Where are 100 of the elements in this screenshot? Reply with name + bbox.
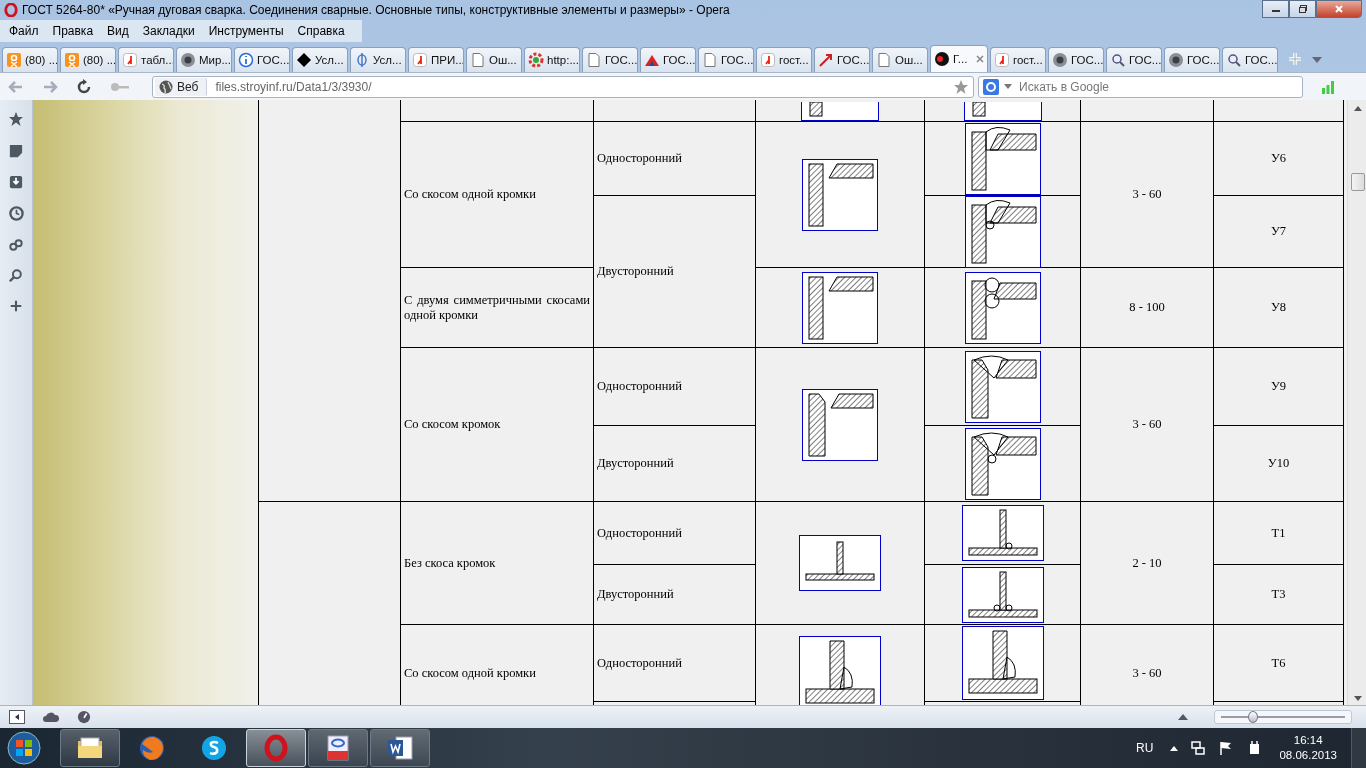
- site-icon: [994, 52, 1010, 68]
- browser-tab[interactable]: Мир...: [176, 47, 232, 72]
- star-icon[interactable]: [8, 111, 24, 127]
- taskbar-button[interactable]: [308, 729, 368, 767]
- browser-tab[interactable]: ГОС...: [814, 47, 870, 72]
- site-icon: [760, 52, 776, 68]
- browser-tab[interactable]: Усл...: [350, 47, 406, 72]
- search-field[interactable]: Искать в Google: [1017, 78, 1301, 95]
- table-cell: Односторонний: [594, 625, 756, 702]
- download-icon[interactable]: [9, 175, 23, 189]
- menu-item[interactable]: Справка: [290, 24, 352, 38]
- network-icon[interactable]: [1190, 740, 1207, 756]
- browser-tab[interactable]: http:...: [524, 47, 580, 72]
- browser-tab[interactable]: (80) ...: [2, 47, 58, 72]
- site-icon: [354, 52, 370, 68]
- menu-item[interactable]: Файл: [2, 24, 46, 38]
- close-icon[interactable]: [976, 55, 984, 63]
- table-cell: С двумя симметричными скосами одной кромки: [401, 268, 594, 348]
- magnifier-icon: [1226, 52, 1242, 68]
- taskbar-button[interactable]: [370, 729, 430, 767]
- magnifier-icon: [1110, 52, 1126, 68]
- firefox-icon: [138, 734, 166, 762]
- scroll-down-icon[interactable]: [1353, 696, 1362, 701]
- skype-icon: [200, 734, 228, 762]
- restore-icon: [1297, 4, 1308, 14]
- browser-tab[interactable]: Ош...: [466, 47, 522, 72]
- browser-tab[interactable]: Ош...: [872, 47, 928, 72]
- table-cell: Со скосом одной кромки: [401, 122, 594, 268]
- browser-tab[interactable]: гост...: [990, 47, 1046, 72]
- scrollbar-thumb[interactable]: [1350, 173, 1365, 191]
- browser-tab[interactable]: ГОС...: [698, 47, 754, 72]
- browser-tab[interactable]: ПРИ...: [408, 47, 464, 72]
- arrow-icon: [818, 52, 834, 68]
- clock-time[interactable]: 16:14: [1293, 733, 1323, 748]
- browser-tab[interactable]: ГОС...: [640, 47, 696, 72]
- language-indicator[interactable]: RU: [1136, 741, 1154, 755]
- browser-tab[interactable]: ГОС...: [1048, 47, 1104, 72]
- clock-date[interactable]: 08.06.2013: [1279, 748, 1337, 763]
- speedometer-icon[interactable]: [77, 710, 91, 724]
- menu-item[interactable]: Закладки: [135, 24, 202, 38]
- table-cell: 3 - 60: [1081, 348, 1214, 502]
- table-cell: 3 - 60: [1081, 122, 1214, 268]
- clock-icon[interactable]: [8, 206, 24, 221]
- table-cell: Т3: [1214, 565, 1344, 625]
- page-icon: [876, 52, 892, 68]
- caret-down-icon[interactable]: [1312, 57, 1322, 63]
- browser-tab[interactable]: (80) ...: [60, 47, 116, 72]
- browser-tab[interactable]: Г...: [930, 45, 988, 72]
- table-cell: Т6: [1214, 625, 1344, 702]
- browser-tab[interactable]: ГОС...: [1164, 47, 1220, 72]
- menu-item[interactable]: Правка: [45, 24, 101, 38]
- minimize-button[interactable]: [1262, 0, 1289, 18]
- browser-tab[interactable]: Усл...: [292, 47, 348, 72]
- menu-item[interactable]: Вид: [100, 24, 136, 38]
- taskbar-button[interactable]: [60, 729, 120, 767]
- maximize-button[interactable]: [1289, 0, 1316, 18]
- table-cell: Двусторонний: [594, 196, 756, 348]
- table-cell: У9: [1214, 348, 1344, 426]
- search-box[interactable]: Искать в Google: [978, 75, 1303, 98]
- note-icon[interactable]: [9, 144, 23, 158]
- browser-tab[interactable]: ГОС...: [1222, 47, 1278, 72]
- browser-tab[interactable]: ГОС...: [582, 47, 638, 72]
- window-title: ГОСТ 5264-80* «Ручная дуговая сварка. Соединения сварные. Основные типы, конструктивные элементы и размеры» - Opera: [22, 3, 730, 17]
- page-icon: [586, 52, 602, 68]
- cloud-icon[interactable]: [43, 712, 59, 722]
- scroll-up-icon[interactable]: [1353, 106, 1362, 111]
- caret-up-icon[interactable]: [1170, 745, 1179, 751]
- table-cell: Двусторонний: [594, 426, 756, 502]
- caret-up-icon[interactable]: [1178, 714, 1188, 720]
- close-button[interactable]: [1316, 0, 1362, 18]
- diamond-icon: [296, 52, 312, 68]
- address-field[interactable]: Веб files.stroyinf.ru/Data1/3/3930/: [152, 75, 974, 98]
- zoom-slider[interactable]: [1214, 710, 1352, 724]
- site-info-button[interactable]: Веб: [155, 77, 208, 96]
- caret-down-icon[interactable]: [1004, 84, 1012, 89]
- site-icon: [122, 52, 138, 68]
- table-cell: Односторонний: [594, 348, 756, 426]
- opera-icon: [4, 3, 18, 17]
- site-icon: [412, 52, 428, 68]
- site-icon: [64, 52, 80, 68]
- browser-tab[interactable]: ГОС...: [1106, 47, 1162, 72]
- word-icon: [386, 734, 414, 762]
- site-icon: [934, 51, 950, 67]
- menu-item[interactable]: Инструменты: [201, 24, 291, 38]
- star-icon[interactable]: [953, 78, 969, 95]
- emblem-icon: [1168, 52, 1184, 68]
- browser-tab[interactable]: ГОС...: [234, 47, 290, 72]
- search-engine-icon[interactable]: [983, 78, 999, 95]
- table-cell: У7: [1214, 196, 1344, 268]
- panel-toggle-icon[interactable]: [9, 710, 25, 724]
- link-icon[interactable]: [9, 238, 23, 252]
- search-icon[interactable]: [9, 269, 23, 283]
- plus-icon[interactable]: [10, 300, 22, 312]
- reload-icon[interactable]: [76, 78, 92, 95]
- browser-tab[interactable]: гост...: [756, 47, 812, 72]
- browser-tab[interactable]: табл...: [118, 47, 174, 72]
- start-button[interactable]: [6, 730, 42, 766]
- slider-thumb[interactable]: [1248, 711, 1259, 723]
- info-icon: [238, 52, 254, 68]
- page-icon: [702, 52, 718, 68]
